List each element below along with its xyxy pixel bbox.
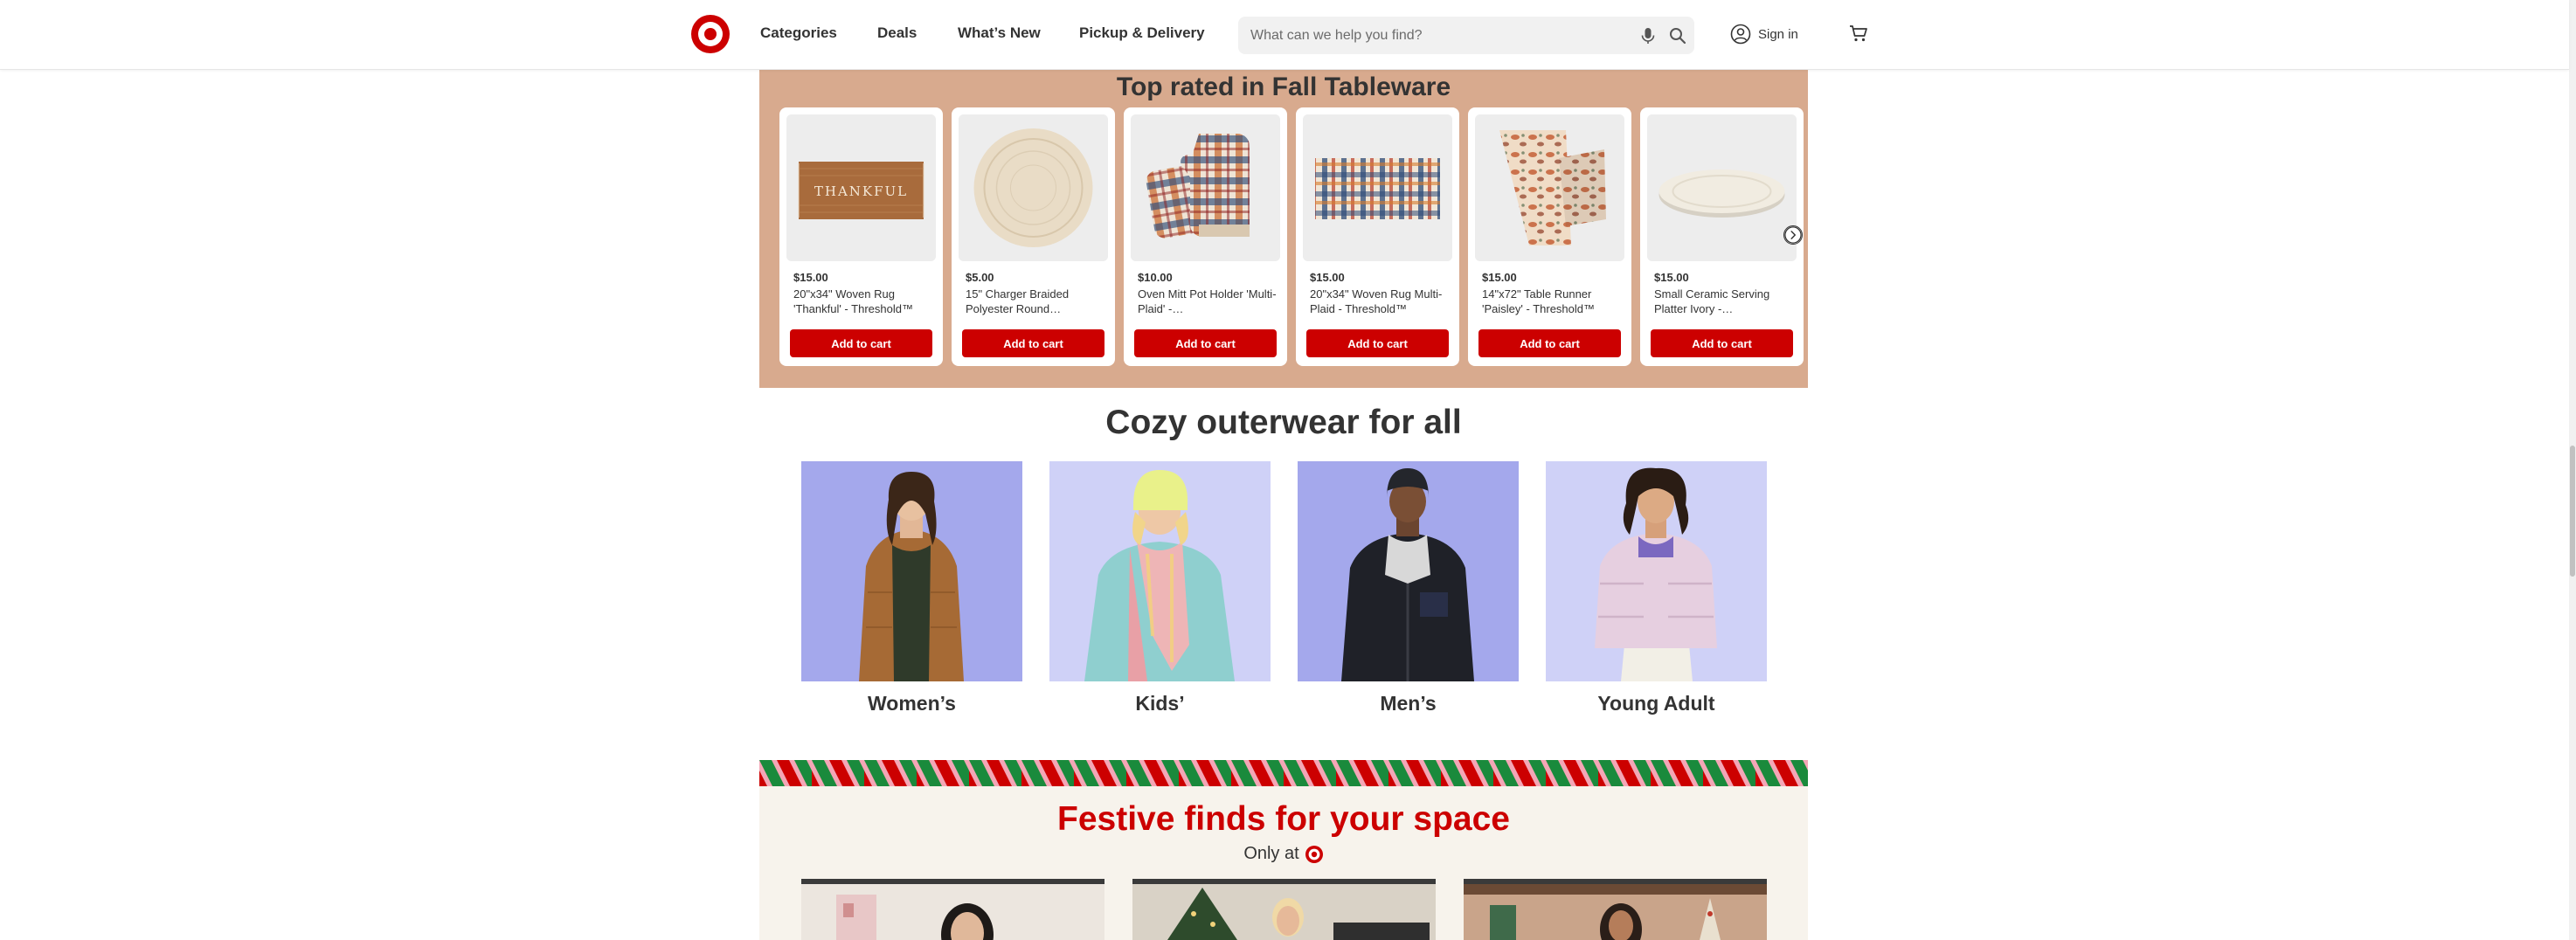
nav-pickup-delivery[interactable]: Pickup & Delivery	[1079, 24, 1205, 42]
category-image[interactable]	[1049, 461, 1271, 681]
search-icon[interactable]	[1669, 27, 1686, 45]
search-input[interactable]	[1250, 17, 1617, 54]
outerwear-title: Cozy outerwear for all	[1105, 404, 1462, 441]
product-card[interactable]: THANKFUL $15.00 20"x34" Woven Rug 'Thank…	[779, 107, 943, 366]
add-to-cart-button[interactable]: Add to cart	[1651, 329, 1793, 357]
product-image[interactable]	[1475, 114, 1624, 261]
account-icon	[1730, 24, 1751, 45]
tableware-carousel: Top rated in Fall Tableware THANKFUL $15…	[759, 70, 1808, 388]
festive-stripe-banner	[759, 760, 1808, 786]
product-card[interactable]: $15.00 14"x72" Table Runner 'Paisley' - …	[1468, 107, 1631, 366]
target-logo[interactable]	[691, 15, 730, 53]
festive-title: Festive finds for your space	[1057, 800, 1510, 838]
sign-in-label: Sign in	[1758, 26, 1798, 42]
category-tile-mens[interactable]: Men’s	[1298, 461, 1519, 715]
festive-tile[interactable]	[1132, 879, 1436, 940]
add-to-cart-button[interactable]: Add to cart	[1134, 329, 1277, 357]
sign-in-button[interactable]: Sign in	[1730, 23, 1798, 45]
tableware-title: Top rated in Fall Tableware	[1116, 73, 1451, 101]
category-label: Women’s	[868, 692, 956, 715]
product-price: $10.00	[1138, 271, 1173, 284]
category-tile-kids[interactable]: Kids’	[1049, 461, 1271, 715]
product-title[interactable]: Oven Mitt Pot Holder 'Multi-Plaid' -…	[1138, 287, 1278, 316]
product-price: $15.00	[1310, 271, 1345, 284]
category-tile-womens[interactable]: Women’s	[801, 461, 1022, 715]
product-price: $15.00	[793, 271, 828, 284]
category-image[interactable]	[801, 461, 1022, 681]
mic-icon[interactable]	[1640, 27, 1656, 45]
product-image[interactable]	[959, 114, 1108, 261]
product-price: $15.00	[1654, 271, 1689, 284]
category-image[interactable]	[1546, 461, 1767, 681]
nav-whats-new[interactable]: What’s New	[958, 24, 1041, 42]
add-to-cart-button[interactable]: Add to cart	[790, 329, 932, 357]
festive-subtitle: Only at	[1243, 844, 1299, 863]
search-bar	[1238, 17, 1694, 54]
site-header: Categories Deals What’s New Pickup & Del…	[0, 0, 2569, 70]
nav-deals[interactable]: Deals	[877, 24, 917, 42]
product-card[interactable]: $15.00 20"x34" Woven Rug Multi-Plaid - T…	[1296, 107, 1459, 366]
product-price: $5.00	[966, 271, 994, 284]
page-scrollbar[interactable]	[2569, 0, 2576, 940]
category-tile-young-adult[interactable]: Young Adult	[1546, 461, 1767, 715]
product-image[interactable]	[1303, 114, 1452, 261]
category-label: Kids’	[1135, 692, 1185, 715]
category-label: Young Adult	[1597, 692, 1715, 715]
add-to-cart-button[interactable]: Add to cart	[1478, 329, 1621, 357]
product-title[interactable]: 20"x34" Woven Rug Multi-Plaid - Threshol…	[1310, 287, 1450, 316]
product-image[interactable]	[1647, 114, 1797, 261]
chevron-right-icon[interactable]	[1783, 225, 1803, 245]
product-title[interactable]: 15" Charger Braided Polyester Round…	[966, 287, 1105, 316]
add-to-cart-button[interactable]: Add to cart	[962, 329, 1104, 357]
festive-tile[interactable]	[1464, 879, 1767, 940]
product-image[interactable]	[1131, 114, 1280, 261]
product-image[interactable]: THANKFUL	[786, 114, 936, 261]
nav-categories[interactable]: Categories	[760, 24, 837, 42]
scrollbar-thumb[interactable]	[2570, 446, 2575, 577]
target-logo-small	[1305, 845, 1323, 863]
category-label: Men’s	[1380, 692, 1437, 715]
category-image[interactable]	[1298, 461, 1519, 681]
product-title[interactable]: 14"x72" Table Runner 'Paisley' - Thresho…	[1482, 287, 1622, 316]
product-title[interactable]: 20"x34" Woven Rug 'Thankful' - Threshold…	[793, 287, 933, 316]
rug-text: THANKFUL	[814, 183, 908, 199]
product-card[interactable]: $5.00 15" Charger Braided Polyester Roun…	[952, 107, 1115, 366]
product-card[interactable]: $10.00 Oven Mitt Pot Holder 'Multi-Plaid…	[1124, 107, 1287, 366]
product-price: $15.00	[1482, 271, 1517, 284]
product-card[interactable]: $15.00 Small Ceramic Serving Platter Ivo…	[1640, 107, 1804, 366]
cart-icon[interactable]	[1849, 24, 1868, 43]
festive-tile[interactable]	[801, 879, 1104, 940]
festive-subtitle-row: Only at	[759, 844, 1808, 864]
product-title[interactable]: Small Ceramic Serving Platter Ivory -…	[1654, 287, 1794, 316]
add-to-cart-button[interactable]: Add to cart	[1306, 329, 1449, 357]
